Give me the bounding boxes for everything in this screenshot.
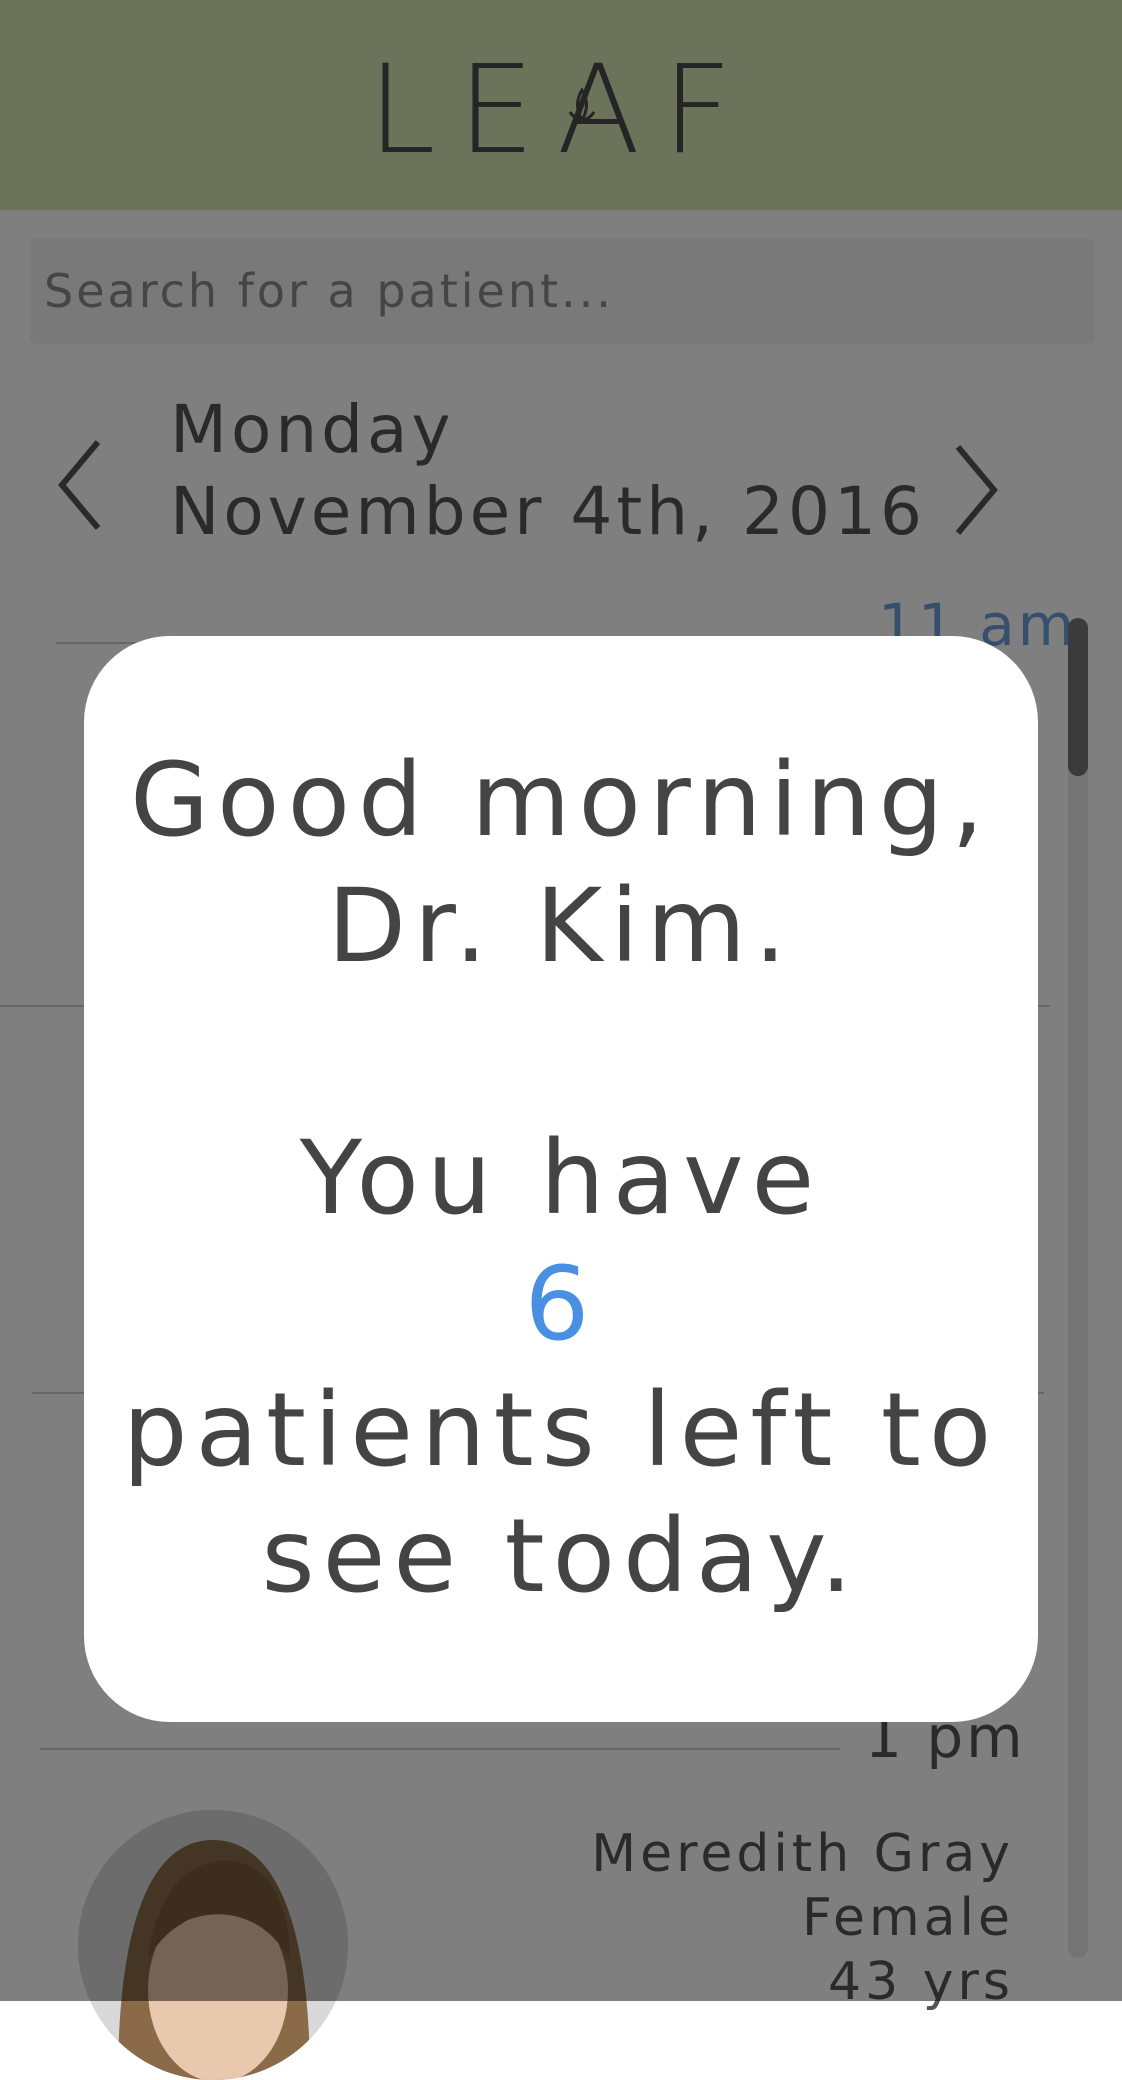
patients-remaining-count: 6 (524, 1245, 598, 1364)
greeting-modal[interactable]: Good morning, Dr. Kim. You have 6 patien… (84, 636, 1038, 1722)
summary-line: patients left to (122, 1371, 1000, 1490)
summary-line: see today. (261, 1497, 861, 1616)
doctor-name: Dr. Kim. (327, 867, 795, 986)
greeting-line: Good morning, (130, 741, 992, 860)
summary-line: You have (299, 1119, 823, 1238)
